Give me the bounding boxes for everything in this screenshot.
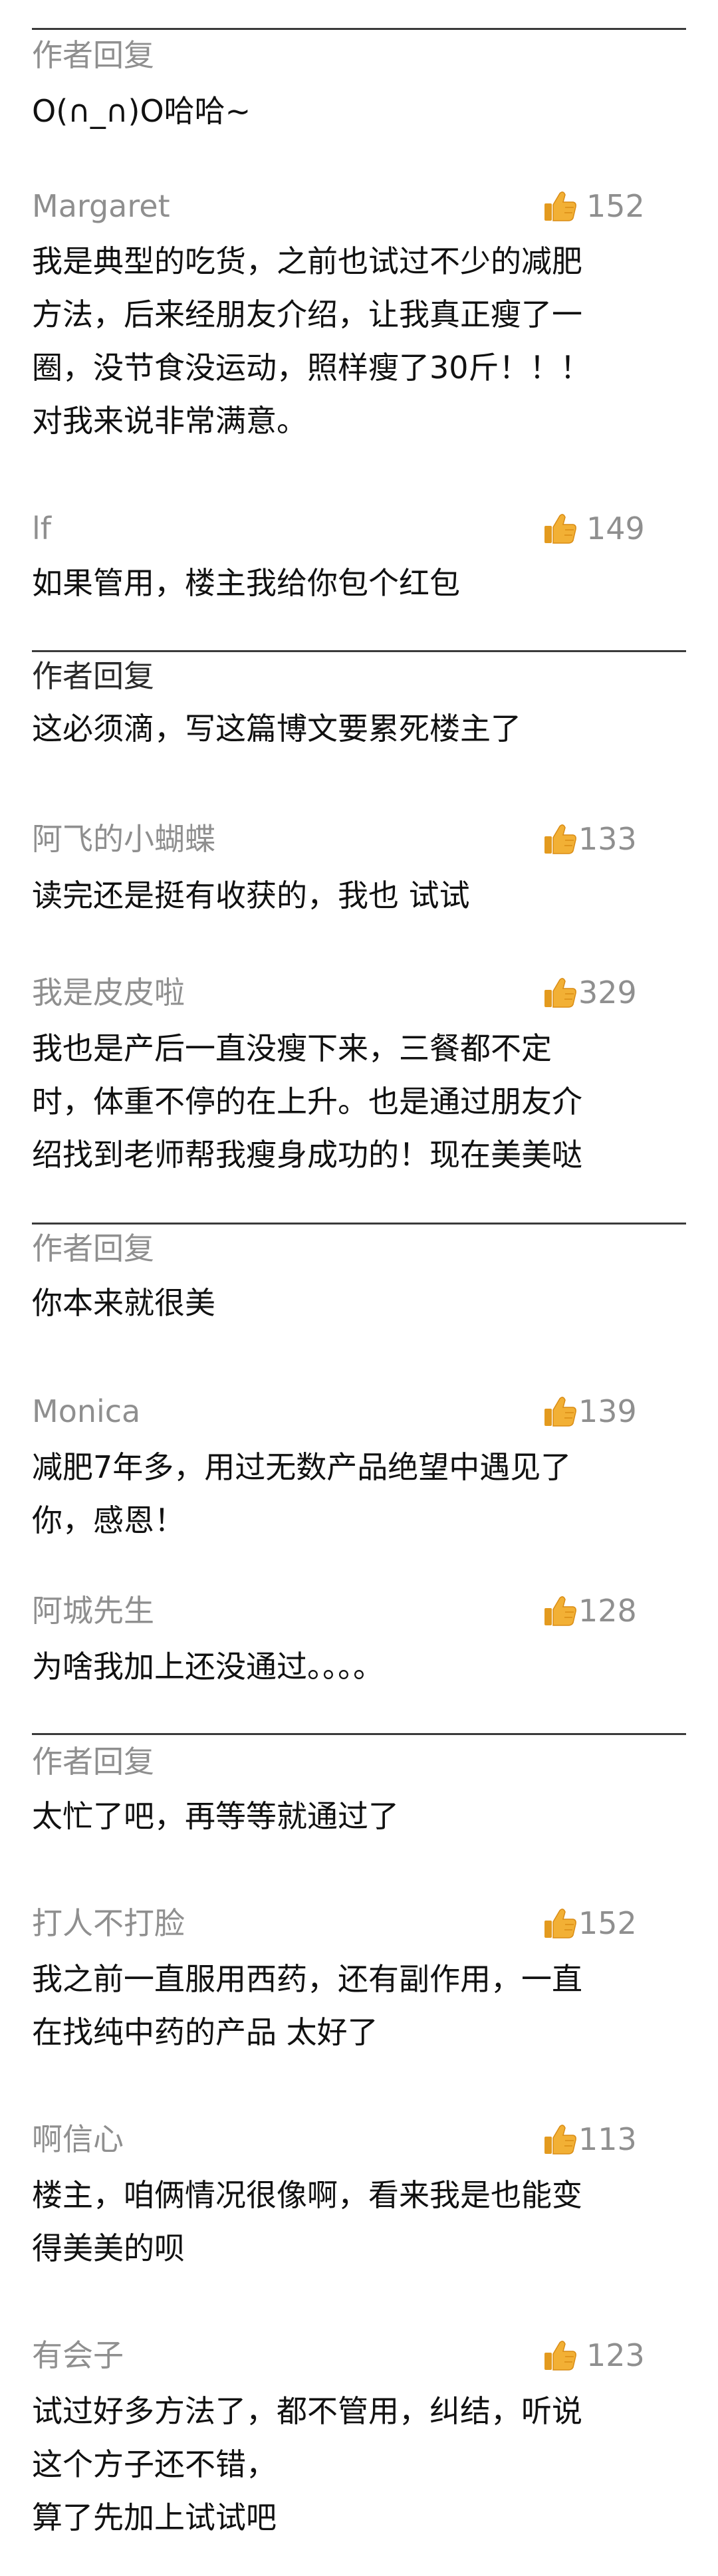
comment-text: O(∩_∩)O哈哈~ (32, 84, 690, 138)
comment-text: 我是典型的吃货，之前也试过不少的减肥 方法，后来经朋友介绍，让我真正瘦了一 圈，… (32, 235, 690, 447)
thumbs-up-icon (541, 2121, 578, 2158)
comment-line: 如果管用，楼主我给你包个红包 (32, 565, 460, 601)
comment-line: 在找纯中药的产品 太好了 (32, 2014, 378, 2050)
comment-line: 方法，后来经朋友介绍，让我真正瘦了一 (32, 296, 582, 332)
comment-line: 为啥我加上还没通过。。。。 (32, 1649, 384, 1685)
comment-text: 读完还是挺有收获的，我也 试试 (32, 869, 690, 922)
commenter-name[interactable]: 啊信心 (32, 2123, 124, 2156)
thumbs-up-icon (541, 187, 578, 225)
like-button[interactable]: 133 (541, 819, 637, 859)
comment-text: 我之前一直服用西药，还有副作用，一直 在找纯中药的产品 太好了 (32, 1952, 690, 2059)
thumbs-up-icon (541, 2337, 578, 2374)
comment-line: 楼主，咱俩情况很像啊，看来我是也能变 (32, 2177, 582, 2213)
commenter-name[interactable]: 打人不打脸 (32, 1907, 185, 1940)
comment-text: 减肥7年多，用过无数产品绝望中遇见了 你，感恩！ (32, 1441, 690, 1547)
commenter-name[interactable]: Monica (32, 1395, 140, 1428)
reply-author-label: 作者回复 (32, 1230, 154, 1266)
like-button[interactable]: 152 (541, 186, 645, 226)
like-count: 113 (578, 2121, 637, 2157)
like-count: 329 (578, 975, 637, 1010)
like-button[interactable]: 128 (541, 1591, 637, 1631)
thumbs-up-icon (541, 820, 578, 858)
thumbs-up-icon (541, 510, 578, 547)
comment-line: 减肥7年多，用过无数产品绝望中遇见了 (32, 1449, 572, 1485)
like-button[interactable]: 123 (541, 2335, 645, 2375)
reply-divider (32, 28, 686, 30)
thumbs-up-icon (541, 974, 578, 1011)
reply-author-label: 作者回复 (32, 1744, 154, 1780)
comment-line: 试过好多方法了，都不管用，纠结，听说 (32, 2393, 582, 2429)
comment-line: 时，体重不停的在上升。也是通过朋友介 (32, 1084, 582, 1119)
comment-line: 我是典型的吃货，之前也试过不少的减肥 (32, 243, 582, 279)
like-button[interactable]: 329 (541, 973, 637, 1012)
comment-line: 你，感恩！ (32, 1502, 185, 1538)
comment-text: 为啥我加上还没通过。。。。 (32, 1640, 690, 1693)
like-count: 149 (586, 511, 645, 546)
comment-line: 圈，没节食没运动，照样瘦了30斤！！！ (32, 350, 591, 386)
comment-line: O(∩_∩)O哈哈~ (32, 93, 251, 129)
comment-text: 你本来就很美 (32, 1276, 690, 1330)
like-count: 152 (578, 1905, 637, 1941)
reply-author-label: 作者回复 (32, 37, 154, 73)
comment-line: 我也是产后一直没瘦下来，三餐都不定 (32, 1030, 552, 1066)
reply-divider (32, 1733, 686, 1735)
like-button[interactable]: 152 (541, 1903, 637, 1943)
like-button[interactable]: 139 (541, 1391, 637, 1431)
like-button[interactable]: 113 (541, 2119, 637, 2159)
comment-text: 这必须滴，写这篇博文要累死楼主了 (32, 702, 690, 755)
reply-author-label: 作者回复 (32, 658, 154, 694)
thumbs-up-icon (541, 1905, 578, 1942)
comment-line: 太忙了吧，再等等就通过了 (32, 1798, 399, 1834)
comment-text: 试过好多方法了，都不管用，纠结，听说 这个方子还不错， 算了先加上试试吧 (32, 2385, 690, 2544)
comment-line: 对我来说非常满意。 (32, 403, 307, 439)
thumbs-up-icon (541, 1592, 578, 1629)
commenter-name[interactable]: 我是皮皮啦 (32, 976, 185, 1009)
comment-line: 我之前一直服用西药，还有副作用，一直 (32, 1961, 582, 1997)
comment-line: 这个方子还不错， (32, 2446, 277, 2482)
comment-text: 太忙了吧，再等等就通过了 (32, 1790, 690, 1843)
comment-line: 这必须滴，写这篇博文要累死楼主了 (32, 711, 521, 747)
reply-divider (32, 1223, 686, 1225)
like-count: 133 (578, 821, 637, 857)
commenter-name[interactable]: 阿城先生 (32, 1594, 154, 1627)
commenter-name[interactable]: 阿飞的小蝴蝶 (32, 822, 215, 856)
comment-line: 读完还是挺有收获的，我也 试试 (32, 878, 470, 913)
comment-line: 算了先加上试试吧 (32, 2500, 277, 2535)
like-count: 123 (586, 2337, 645, 2373)
like-button[interactable]: 149 (541, 509, 645, 548)
commenter-name[interactable]: lf (32, 512, 51, 545)
like-count: 139 (578, 1393, 637, 1429)
comment-text: 如果管用，楼主我给你包个红包 (32, 556, 690, 610)
commenter-name[interactable]: 有会子 (32, 2339, 124, 2372)
comment-line: 得美美的呗 (32, 2230, 185, 2266)
comment-text: 我也是产后一直没瘦下来，三餐都不定 时，体重不停的在上升。也是通过朋友介 绍找到… (32, 1022, 690, 1181)
comment-text: 楼主，咱俩情况很像啊，看来我是也能变 得美美的呗 (32, 2168, 690, 2275)
comment-line: 绍找到老师帮我瘦身成功的！现在美美哒 (32, 1137, 582, 1173)
comment-line: 你本来就很美 (32, 1285, 215, 1321)
commenter-name[interactable]: Margaret (32, 189, 170, 223)
thumbs-up-icon (541, 1393, 578, 1430)
like-count: 128 (578, 1593, 637, 1629)
like-count: 152 (586, 188, 645, 224)
reply-divider (32, 650, 686, 652)
